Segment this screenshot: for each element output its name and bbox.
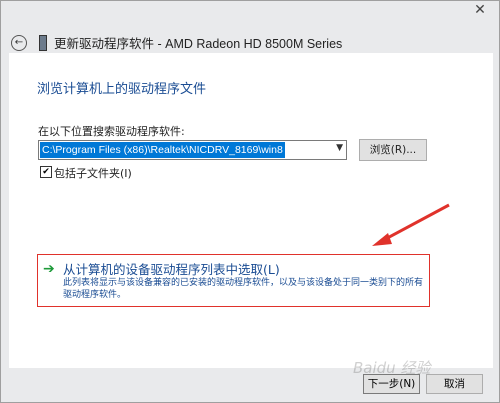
annotation-arrow-line	[379, 203, 450, 244]
annotation-arrow-head	[372, 233, 392, 246]
annotation-overlay	[372, 203, 450, 246]
